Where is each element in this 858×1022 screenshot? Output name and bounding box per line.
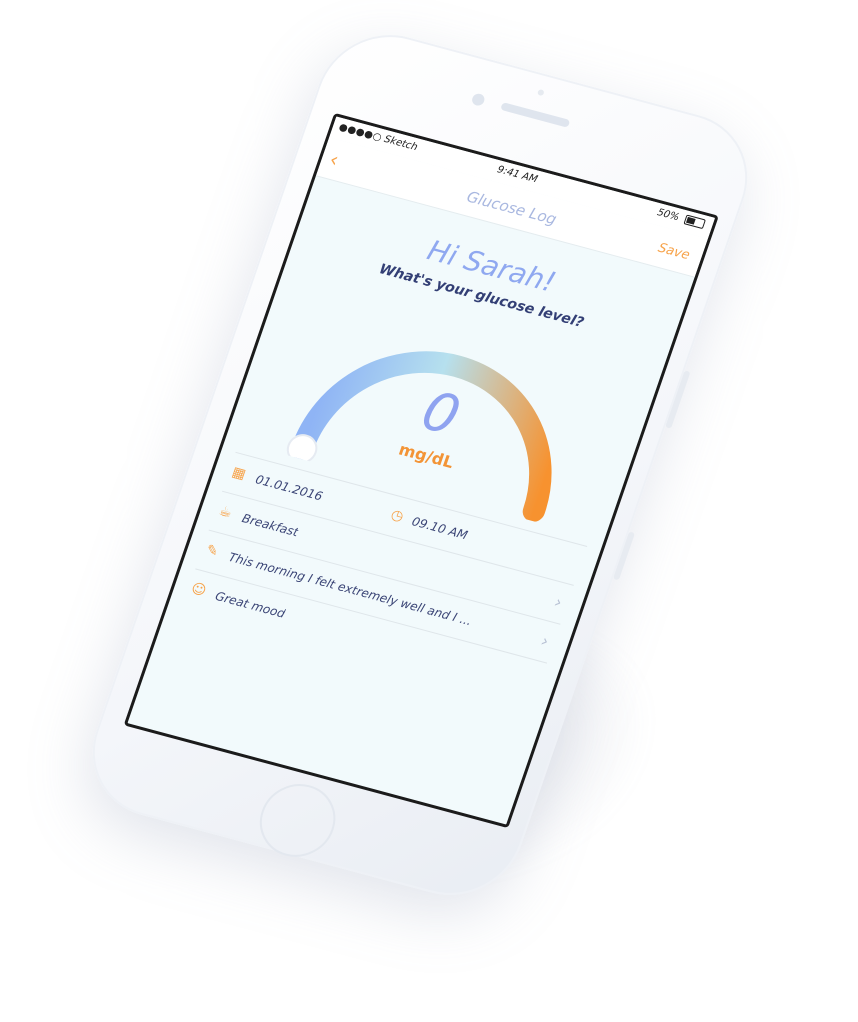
- home-button[interactable]: [249, 775, 346, 866]
- calendar-icon: ▦: [229, 464, 248, 483]
- smiley-icon: ☺: [188, 580, 209, 600]
- power-button: [612, 531, 636, 581]
- mood-value: Great mood: [213, 588, 288, 621]
- status-time: 9:41 AM: [495, 164, 539, 186]
- teapot-icon: ☕: [216, 503, 235, 522]
- meal-value: Breakfast: [240, 511, 301, 540]
- front-camera: [470, 92, 487, 107]
- date-value[interactable]: 01.01.2016: [254, 472, 325, 503]
- note-icon: ✎: [203, 542, 221, 561]
- time-value[interactable]: 09.10 AM: [410, 514, 469, 542]
- earpiece-speaker: [500, 102, 571, 128]
- save-button[interactable]: Save: [656, 241, 692, 263]
- chevron-right-icon[interactable]: ›: [552, 592, 564, 612]
- proximity-sensor: [536, 88, 545, 97]
- battery-icon: [683, 214, 706, 230]
- clock-icon: ◷: [388, 506, 406, 526]
- device-mockup: ●●●●○ Sketch 9:41 AM 50% ‹ Glucose Log S…: [0, 0, 858, 1022]
- battery-percent: 50%: [655, 207, 681, 224]
- volume-button: [665, 370, 691, 429]
- chevron-right-icon[interactable]: ›: [539, 631, 551, 651]
